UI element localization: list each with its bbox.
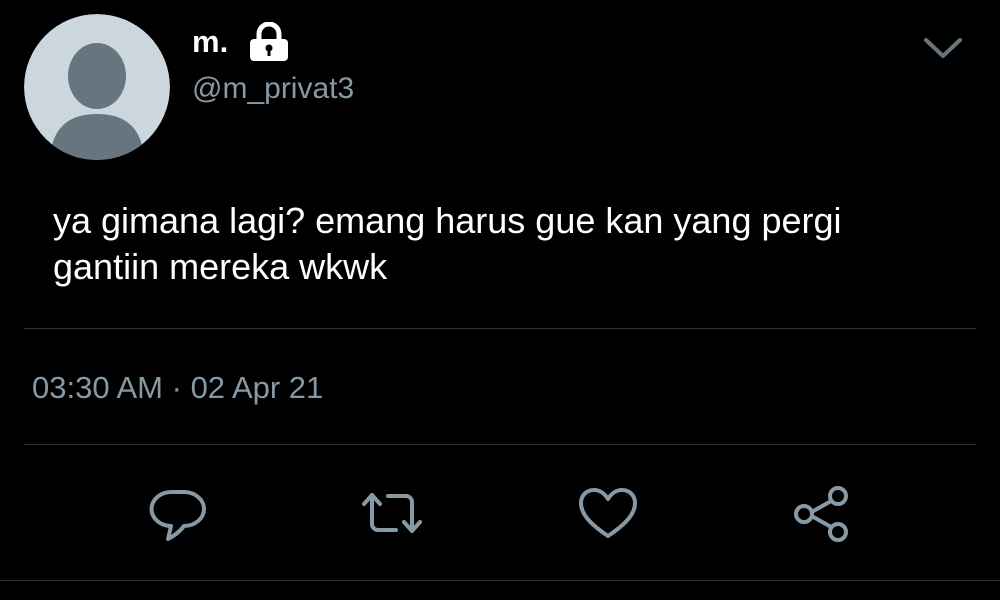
avatar[interactable] bbox=[24, 14, 170, 160]
author-name-row: m. bbox=[192, 21, 292, 62]
share-button[interactable] bbox=[790, 482, 854, 546]
divider bbox=[24, 444, 976, 445]
tweet-date: 02 Apr 21 bbox=[190, 370, 324, 405]
lock-icon bbox=[246, 21, 292, 62]
tweet-time: 03:30 AM bbox=[32, 370, 163, 405]
reply-button[interactable] bbox=[146, 482, 210, 546]
tweet-text: ya gimana lagi? emang harus gue kan yang… bbox=[53, 198, 973, 290]
like-button[interactable] bbox=[576, 482, 640, 546]
user-handle[interactable]: @m_privat3 bbox=[192, 70, 354, 108]
tweet-detail: m. @m_privat3 ya gimana lagi? emang haru… bbox=[0, 0, 1000, 600]
heart-icon bbox=[579, 488, 637, 538]
tweet-text-line: ya gimana lagi? emang harus gue kan yang… bbox=[53, 200, 842, 241]
divider bbox=[24, 328, 976, 329]
timestamp[interactable]: 03:30 AM · 02 Apr 21 bbox=[32, 368, 323, 408]
display-name[interactable]: m. bbox=[192, 22, 228, 62]
chevron-down-icon[interactable] bbox=[920, 30, 966, 68]
default-avatar-icon bbox=[24, 14, 170, 160]
retweet-button[interactable] bbox=[360, 482, 424, 546]
retweet-icon bbox=[362, 493, 422, 533]
divider bbox=[0, 580, 1000, 581]
reply-icon bbox=[149, 489, 206, 541]
share-icon bbox=[794, 486, 848, 542]
tweet-text-line: gantiin mereka wkwk bbox=[53, 246, 388, 287]
timestamp-separator: · bbox=[171, 370, 182, 405]
